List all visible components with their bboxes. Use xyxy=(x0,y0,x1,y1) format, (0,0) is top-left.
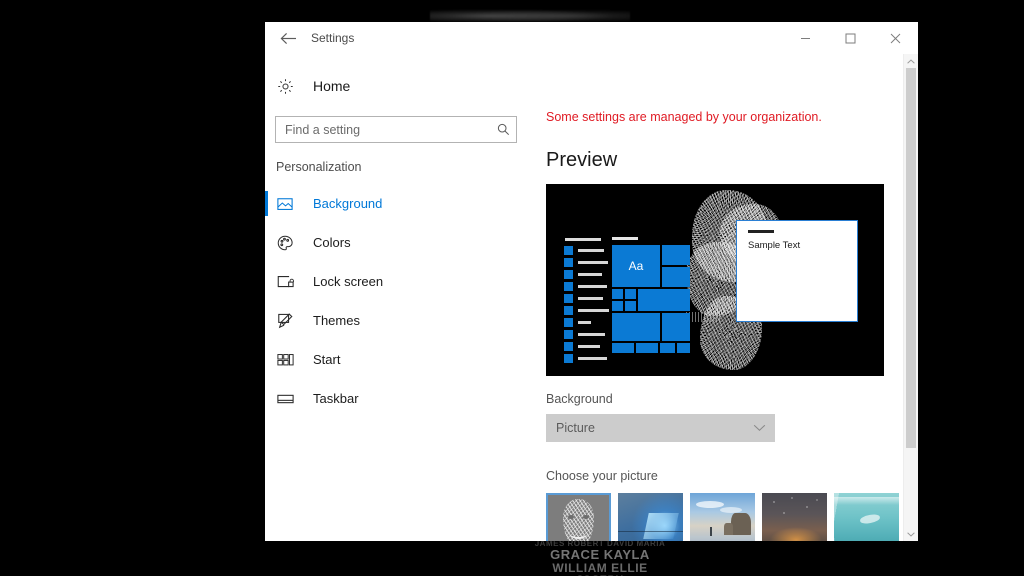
sidebar-item-colors-label: Colors xyxy=(313,235,351,250)
window-title: Settings xyxy=(311,31,355,45)
search-box[interactable] xyxy=(275,116,517,143)
thumbnail-windows-hero-wallpaper[interactable] xyxy=(618,493,683,541)
preview-heading: Preview xyxy=(546,149,618,171)
gear-icon xyxy=(277,78,307,95)
sidebar-item-start[interactable]: Start xyxy=(265,340,535,379)
content-pane: Some settings are managed by your organi… xyxy=(535,54,918,541)
organization-message: Some settings are managed by your organi… xyxy=(546,110,822,124)
chevron-down-icon xyxy=(753,424,766,432)
close-button[interactable] xyxy=(873,22,918,54)
preview-sample-window: Sample Text xyxy=(736,220,858,322)
scrollbar-track[interactable] xyxy=(904,68,918,527)
thumbnail-mask-wallpaper[interactable] xyxy=(546,493,611,541)
sidebar-item-taskbar[interactable]: Taskbar xyxy=(265,379,535,418)
sidebar-item-themes[interactable]: Themes xyxy=(265,301,535,340)
minimize-icon xyxy=(800,33,811,44)
screen: JAMES ROBERT DAVID MARIA GRACE KAYLA WIL… xyxy=(0,0,1024,576)
sidebar-item-background-label: Background xyxy=(313,196,383,211)
back-button[interactable] xyxy=(265,22,311,54)
caption-buttons xyxy=(783,22,918,54)
sidebar-item-start-label: Start xyxy=(313,352,341,367)
search-icon[interactable] xyxy=(490,123,516,136)
sidebar-item-home-label: Home xyxy=(313,78,351,94)
preview-start-tiles: Aa xyxy=(612,237,690,361)
picture-thumbnail-list xyxy=(546,493,918,541)
scroll-up-button[interactable] xyxy=(904,54,918,68)
back-arrow-icon xyxy=(280,32,297,45)
thumbnail-beach-rock-wallpaper[interactable] xyxy=(690,493,755,541)
thumbnail-underwater-wallpaper[interactable] xyxy=(834,493,899,541)
close-icon xyxy=(890,33,901,44)
maximize-icon xyxy=(845,33,856,44)
scrollbar-thumb[interactable] xyxy=(906,68,916,448)
palette-icon xyxy=(277,235,307,251)
wallpaper-line-2: GRACE KAYLA xyxy=(550,547,650,563)
selected-indicator xyxy=(265,191,268,216)
sidebar-item-background[interactable]: Background xyxy=(265,184,535,223)
sidebar-item-themes-label: Themes xyxy=(313,313,360,328)
maximize-button[interactable] xyxy=(828,22,873,54)
title-bar: Settings xyxy=(265,22,918,54)
sidebar: Home Personalization xyxy=(265,54,535,541)
wallpaper-names-text: JAMES ROBERT DAVID MARIA GRACE KAYLA WIL… xyxy=(470,539,730,576)
sidebar-item-home[interactable]: Home xyxy=(265,68,535,104)
sidebar-section-title: Personalization xyxy=(276,160,362,174)
background-dropdown[interactable]: Picture xyxy=(546,414,775,442)
image-icon xyxy=(277,197,307,211)
wallpaper-line-3: WILLIAM ELLIE xyxy=(552,561,648,576)
lock-screen-icon xyxy=(277,275,307,289)
vertical-scrollbar[interactable] xyxy=(903,54,918,541)
face-streak xyxy=(686,312,720,322)
settings-window: Settings Home Find a setting Personaliza… xyxy=(265,22,918,541)
brush-icon xyxy=(277,312,307,329)
sidebar-nav-list: Background Colors Lock screen Themes Sta… xyxy=(265,184,535,418)
sidebar-item-lock-screen-label: Lock screen xyxy=(313,274,384,289)
background-label: Background xyxy=(546,392,613,406)
sidebar-item-lock-screen[interactable]: Lock screen xyxy=(265,262,535,301)
preview-image: Aa Sample Text xyxy=(546,184,884,376)
sidebar-item-colors[interactable]: Colors xyxy=(265,223,535,262)
thumbnail-night-sky-wallpaper[interactable] xyxy=(762,493,827,541)
search-input[interactable] xyxy=(276,116,490,143)
taskbar-icon xyxy=(277,393,307,405)
minimize-button[interactable] xyxy=(783,22,828,54)
preview-window-titlebar xyxy=(748,230,774,233)
scroll-down-button[interactable] xyxy=(904,527,918,541)
choose-picture-label: Choose your picture xyxy=(546,469,658,483)
start-tiles-icon xyxy=(277,353,307,367)
window-body: Home Personalization xyxy=(265,54,918,541)
preview-tile-aa: Aa xyxy=(612,245,660,287)
sidebar-item-taskbar-label: Taskbar xyxy=(313,391,359,406)
background-dropdown-value: Picture xyxy=(556,421,595,435)
preview-sample-text: Sample Text xyxy=(748,239,801,251)
preview-start-list xyxy=(564,238,609,366)
